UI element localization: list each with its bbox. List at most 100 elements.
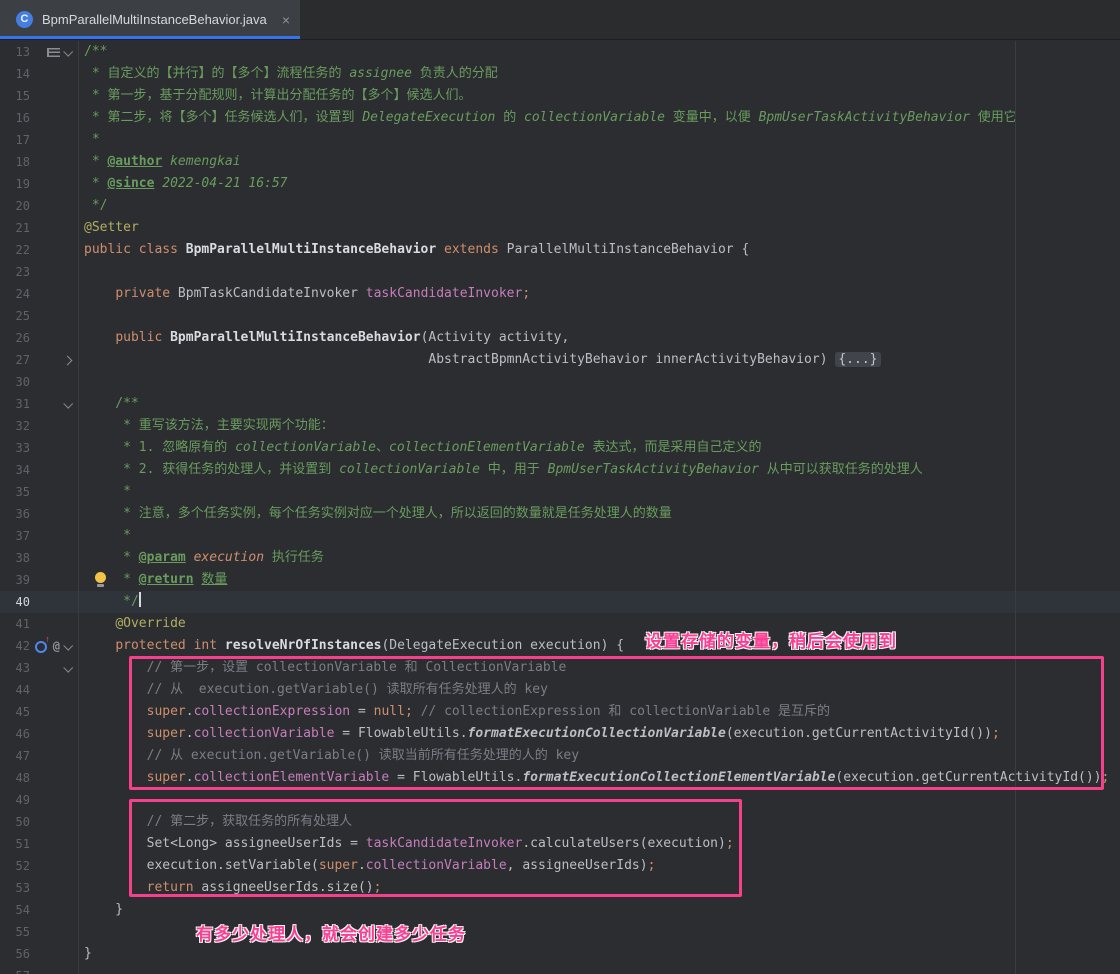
annotation-box-step2 xyxy=(129,799,742,897)
line-number: 13 xyxy=(0,41,30,63)
code-token: BpmUserTaskActivityBehavior xyxy=(759,110,970,125)
gutter xyxy=(30,591,78,613)
code-token: BpmUserTaskActivityBehavior xyxy=(548,462,759,477)
active-tab-underline xyxy=(0,36,300,39)
gutter xyxy=(30,943,78,965)
code-token: * xyxy=(84,176,107,191)
override-marker-icon[interactable]: ↑ xyxy=(35,639,49,653)
code-token: DelegateExecution xyxy=(362,110,495,125)
folded-region-chip[interactable]: {...} xyxy=(835,352,880,367)
line-number: 51 xyxy=(0,833,30,855)
code-token: @return xyxy=(139,572,194,587)
code-token: (DelegateExecution execution) { xyxy=(381,638,624,653)
code-token: 使用它 xyxy=(970,110,1017,125)
code-line-row: 26 public BpmParallelMultiInstanceBehavi… xyxy=(0,327,1120,349)
chevron-right-icon[interactable] xyxy=(63,355,73,365)
line-number: 48 xyxy=(0,767,30,789)
gutter xyxy=(30,349,78,371)
code-line: public class BpmParallelMultiInstanceBeh… xyxy=(78,239,1120,261)
code-line-row: 18 * @author kemengkai xyxy=(0,151,1120,173)
gutter xyxy=(30,767,78,789)
line-number: 39 xyxy=(0,569,30,591)
chevron-down-icon[interactable] xyxy=(63,398,73,408)
tab-bpm-parallel-multi-instance-behavior[interactable]: C BpmParallelMultiInstanceBehavior.java … xyxy=(0,0,300,39)
code-token: BpmTaskCandidateInvoker xyxy=(170,286,366,301)
editor-area[interactable]: 13 /** 14 * 自定义的【并行】的【多个】流程任务的 assignee 负责… xyxy=(0,41,1120,974)
code-token: /** xyxy=(84,396,139,411)
gutter xyxy=(30,393,78,415)
gutter xyxy=(30,789,78,811)
bulb-base xyxy=(97,584,104,587)
code-token: } xyxy=(84,946,92,961)
line-number: 24 xyxy=(0,283,30,305)
code-token: */ xyxy=(84,594,139,609)
close-icon[interactable]: × xyxy=(282,13,290,27)
gutter xyxy=(30,217,78,239)
annotation-note-variables: 设置存储的变量，稍后会使用到 xyxy=(645,627,897,652)
gutter xyxy=(30,745,78,767)
gutter xyxy=(30,613,78,635)
code-token: * xyxy=(84,484,131,499)
code-line-row: 41 @Override xyxy=(0,613,1120,635)
annotation-at-icon[interactable]: @ xyxy=(53,640,60,652)
code-line: * 自定义的【并行】的【多个】流程任务的 assignee 负责人的分配 xyxy=(78,63,1120,85)
code-line-row: 16 * 第二步，将【多个】任务候选人们，设置到 DelegateExecuti… xyxy=(0,107,1120,129)
annotation-note-task-count: 有多少处理人，就会创建多少任务 xyxy=(196,920,466,945)
code-line: * @since 2022-04-21 16:57 xyxy=(78,173,1120,195)
line-number: 49 xyxy=(0,789,30,811)
line-number: 16 xyxy=(0,107,30,129)
line-number: 45 xyxy=(0,701,30,723)
gutter xyxy=(30,701,78,723)
ide-window: C BpmParallelMultiInstanceBehavior.java … xyxy=(0,0,1120,974)
code-token: 从中可以获取任务的处理人 xyxy=(759,462,923,477)
code-line-row: 14 * 自定义的【并行】的【多个】流程任务的 assignee 负责人的分配 xyxy=(0,63,1120,85)
gutter xyxy=(30,195,78,217)
line-number: 19 xyxy=(0,173,30,195)
line-number: 35 xyxy=(0,481,30,503)
line-number: 46 xyxy=(0,723,30,745)
code-token: protected int xyxy=(115,638,217,653)
gutter xyxy=(30,129,78,151)
code-token: 执行任务 xyxy=(264,550,324,565)
gutter xyxy=(30,261,78,283)
code-line-row: 15 * 第一步，基于分配规则，计算出分配任务的【多个】候选人们。 xyxy=(0,85,1120,107)
code-line: * 重写该方法，主要实现两个功能： xyxy=(78,415,1120,437)
rendered-doc-icon[interactable] xyxy=(47,48,60,57)
chevron-down-icon[interactable] xyxy=(63,640,73,650)
gutter xyxy=(30,899,78,921)
code-line-row: 38 * @param execution 执行任务 xyxy=(0,547,1120,569)
code-token: extends xyxy=(444,242,499,257)
code-token: @Override xyxy=(115,616,185,631)
gutter xyxy=(30,877,78,899)
code-line-row: 25 xyxy=(0,305,1120,327)
code-line: /** xyxy=(78,393,1120,415)
chevron-down-icon[interactable] xyxy=(63,662,73,672)
code-token xyxy=(84,638,115,653)
line-number: 30 xyxy=(0,371,30,393)
code-token: execution xyxy=(186,550,264,565)
code-line: private BpmTaskCandidateInvoker taskCand… xyxy=(78,283,1120,305)
code-line: * @author kemengkai xyxy=(78,151,1120,173)
intention-bulb-icon[interactable] xyxy=(94,572,107,589)
code-token: public class xyxy=(84,242,186,257)
code-line-row: 31 /** xyxy=(0,393,1120,415)
gutter xyxy=(30,679,78,701)
line-number: 15 xyxy=(0,85,30,107)
code-line-row: 23 xyxy=(0,261,1120,283)
line-number: 21 xyxy=(0,217,30,239)
code-line-row: 57 xyxy=(0,965,1120,974)
code-line-row: 37 * xyxy=(0,525,1120,547)
line-number: 56 xyxy=(0,943,30,965)
code-line-row: 34 * 2. 获得任务的处理人，并设置到 collectionVariable… xyxy=(0,459,1120,481)
line-number: 32 xyxy=(0,415,30,437)
code-token: * 注意，多个任务实例，每个任务实例对应一个处理人，所以返回的数量就是任务处理人… xyxy=(84,506,672,521)
override-arrow: ↑ xyxy=(45,635,50,644)
code-line: AbstractBpmnActivityBehavior innerActivi… xyxy=(78,349,1120,371)
code-line: * 2. 获得任务的处理人，并设置到 collectionVariable 中，… xyxy=(78,459,1120,481)
line-number: 52 xyxy=(0,855,30,877)
line-number: 26 xyxy=(0,327,30,349)
line-number: 31 xyxy=(0,393,30,415)
bulb-globe xyxy=(95,572,106,583)
line-number: 57 xyxy=(0,965,30,974)
chevron-down-icon[interactable] xyxy=(63,46,73,56)
